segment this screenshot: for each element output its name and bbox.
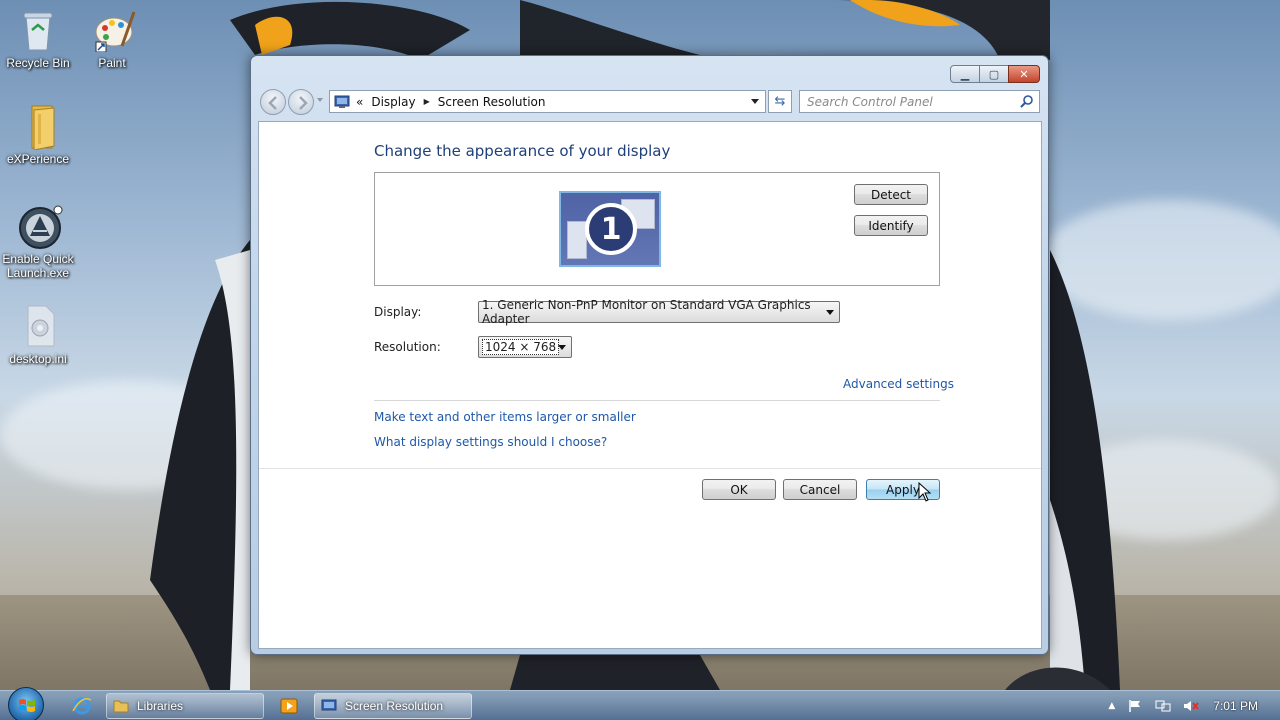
desktop-icon-paint[interactable]: Paint (74, 8, 150, 70)
back-button[interactable] (260, 89, 286, 115)
cancel-button[interactable]: Cancel (783, 479, 857, 500)
control-panel-icon (321, 699, 337, 711)
volume-muted-icon[interactable] (1183, 699, 1200, 713)
desktop-icon-label: desktop.ini (9, 352, 67, 366)
breadcrumb-chevron[interactable]: « (356, 95, 363, 109)
internet-explorer-pinned[interactable] (72, 697, 92, 718)
taskbar: Libraries Screen Resolution ▲ 7:01 PM (0, 687, 1280, 720)
main-content: Change the appearance of your display 1 … (258, 121, 1042, 649)
arrow-right-icon (299, 96, 308, 110)
quick-launch-app-icon (18, 204, 63, 249)
display-label: Display: (374, 305, 422, 319)
breadcrumb-item-screen-resolution[interactable]: Screen Resolution (438, 95, 546, 109)
search-icon[interactable] (1020, 94, 1034, 108)
resolution-select[interactable]: 1024 × 768 (478, 336, 572, 358)
monitor-window-thumb (567, 221, 587, 259)
desktop-icon-label: Recycle Bin (6, 56, 70, 70)
mouse-cursor-icon (918, 482, 932, 502)
network-icon[interactable] (1155, 699, 1171, 713)
settings-file-icon (18, 304, 58, 348)
minimize-icon: ▁ (960, 67, 970, 81)
search-placeholder: Search Control Panel (807, 95, 933, 109)
divider (374, 400, 940, 401)
clock[interactable]: 7:01 PM (1213, 699, 1258, 713)
desktop-icon-label: eXPerience (6, 152, 70, 166)
identify-button[interactable]: Identify (854, 215, 928, 236)
chevron-down-icon (558, 345, 566, 350)
monitor-preview-area: 1 Detect Identify (374, 172, 940, 286)
desktop-icon-recycle-bin[interactable]: Recycle Bin (0, 8, 76, 70)
system-tray: ▲ 7:01 PM (1108, 691, 1280, 720)
close-button[interactable]: ✕ (1008, 65, 1040, 83)
window-controls: ▁ ▢ ✕ (950, 65, 1040, 83)
display-select[interactable]: 1. Generic Non-PnP Monitor on Standard V… (478, 298, 840, 326)
display-settings-help-link[interactable]: What display settings should I choose? (374, 435, 607, 449)
desktop-icon-label: Enable Quick Launch.exe (2, 252, 74, 280)
start-button[interactable] (8, 687, 44, 720)
taskbar-button-libraries[interactable]: Libraries (106, 693, 264, 719)
footer-divider (259, 468, 1041, 469)
resolution-select-value: 1024 × 768 (482, 339, 560, 355)
control-panel-icon (334, 95, 350, 108)
advanced-settings-link[interactable]: Advanced settings (843, 377, 954, 391)
maximize-icon: ▢ (988, 67, 1000, 81)
media-player-icon (280, 698, 298, 714)
folder-icon (113, 700, 129, 713)
windows-logo-icon (19, 699, 35, 712)
arrow-left-icon (268, 96, 277, 110)
media-player-pinned[interactable] (280, 698, 298, 717)
display-select-value: 1. Generic Non-PnP Monitor on Standard V… (482, 298, 811, 326)
refresh-icon: ⇆ (774, 94, 786, 109)
show-hidden-icons-button[interactable]: ▲ (1108, 701, 1115, 711)
action-center-flag-icon[interactable] (1127, 699, 1143, 713)
taskbar-button-label: Libraries (137, 699, 184, 713)
internet-explorer-icon (72, 697, 92, 715)
recent-pages-dropdown[interactable] (317, 98, 323, 102)
taskbar-button-screen-resolution[interactable]: Screen Resolution (314, 693, 472, 719)
resolution-label: Resolution: (374, 340, 441, 354)
address-bar[interactable]: « Display ▶ Screen Resolution (329, 90, 766, 113)
breadcrumb-separator-icon[interactable]: ▶ (424, 97, 430, 106)
ok-button[interactable]: OK (702, 479, 776, 500)
chevron-down-icon (826, 310, 834, 315)
page-title: Change the appearance of your display (374, 142, 671, 160)
paint-icon (92, 8, 136, 53)
maximize-button[interactable]: ▢ (979, 65, 1009, 83)
monitor-number: 1 (585, 203, 637, 255)
desktop-icon-label: Paint (98, 56, 126, 70)
monitor-1-thumbnail[interactable]: 1 (559, 191, 661, 267)
refresh-button[interactable]: ⇆ (768, 90, 792, 113)
taskbar-button-label: Screen Resolution (345, 699, 444, 713)
make-text-larger-link[interactable]: Make text and other items larger or smal… (374, 410, 636, 424)
address-dropdown-icon[interactable] (751, 99, 759, 104)
close-icon: ✕ (1019, 67, 1029, 81)
recycle-bin-icon (18, 8, 58, 52)
breadcrumb-item-display[interactable]: Display (371, 95, 415, 109)
detect-button[interactable]: Detect (854, 184, 928, 205)
desktop-icon-experience[interactable]: eXPerience (0, 104, 76, 166)
forward-button[interactable] (288, 89, 314, 115)
desktop-icon-desktop-ini[interactable]: desktop.ini (0, 304, 76, 366)
folder-icon (18, 104, 58, 151)
screen-resolution-window: ▁ ▢ ✕ « Display ▶ Screen Resolution ⇆ Se… (250, 55, 1049, 655)
desktop-icon-enable-quick-launch[interactable]: Enable Quick Launch.exe (0, 204, 76, 280)
search-input[interactable]: Search Control Panel (799, 90, 1040, 113)
minimize-button[interactable]: ▁ (950, 65, 980, 83)
